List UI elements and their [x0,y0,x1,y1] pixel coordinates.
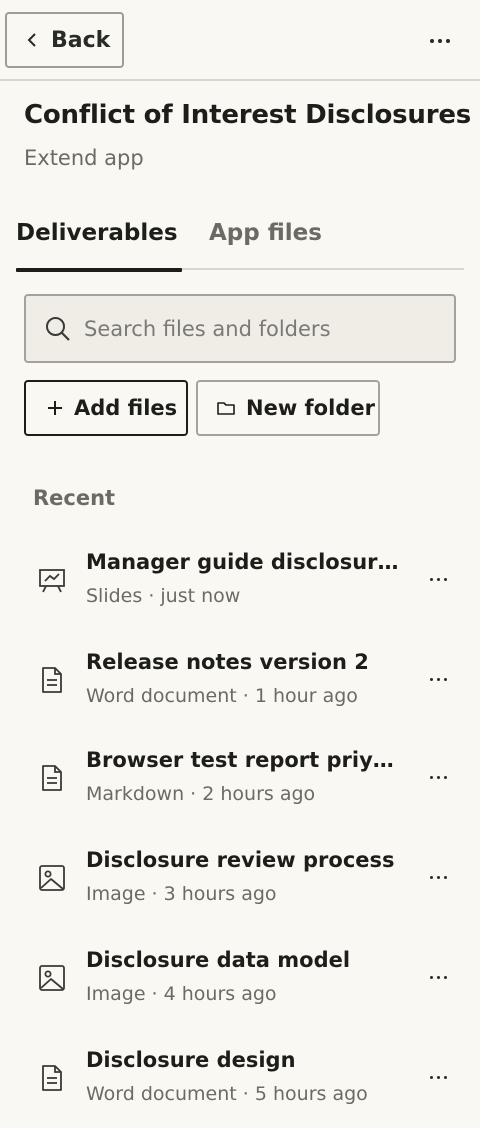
file-name: Disclosure data model [86,948,351,972]
document-icon [42,1065,62,1091]
search-input[interactable] [84,316,444,341]
file-meta: Word document · 1 hour ago [86,685,358,707]
tab-deliverables[interactable]: Deliverables [16,220,182,272]
more-options-icon[interactable] [424,964,452,990]
folder-icon [217,402,235,415]
more-options-icon[interactable] [424,566,452,592]
image-icon [39,865,65,891]
list-item[interactable]: Browser test report priya ... Markdown ·… [0,728,480,828]
tab-bar: Deliverables App files [16,208,464,272]
file-meta: Markdown · 2 hours ago [86,783,316,805]
list-item[interactable]: Disclosure design Word document · 5 hour… [0,1028,480,1128]
document-icon [42,667,62,693]
list-item[interactable]: Disclosure data model Image · 4 hours ag… [0,928,480,1028]
add-files-label: Add files [74,396,178,420]
list-item[interactable]: Release notes version 2 Word document · … [0,630,480,730]
list-item[interactable]: Disclosure review process Image · 3 hour… [0,828,480,928]
file-meta: Image · 4 hours ago [86,983,277,1005]
recent-heading: Recent [33,486,116,510]
more-options-icon[interactable] [424,864,452,890]
tab-app-files[interactable]: App files [209,220,322,270]
chevron-left-icon [27,33,36,47]
more-options-icon[interactable] [424,764,452,790]
file-name: Disclosure review process [86,848,395,872]
top-bar: Back [0,0,480,81]
document-icon [42,765,62,791]
more-options-icon[interactable] [422,26,458,56]
more-options-icon[interactable] [424,1064,452,1090]
slides-icon [39,569,65,593]
search-icon [46,316,70,341]
file-name: Browser test report priya ... [86,748,402,772]
back-label: Back [51,27,111,53]
file-meta: Image · 3 hours ago [86,883,277,905]
image-icon [39,965,65,991]
page-subtitle: Extend app [24,146,144,170]
add-files-button[interactable]: Add files [24,380,188,436]
file-meta: Word document · 5 hours ago [86,1083,368,1105]
new-folder-button[interactable]: New folder [196,380,380,436]
file-name: Disclosure design [86,1048,296,1072]
page-title: Conflict of Interest Disclosures [24,100,472,130]
search-box [24,294,456,363]
file-name: Manager guide disclosures [86,550,402,574]
file-meta: Slides · just now [86,585,241,607]
plus-icon [48,401,62,415]
file-name: Release notes version 2 [86,650,369,674]
new-folder-label: New folder [246,396,375,420]
back-button[interactable]: Back [5,12,124,68]
more-options-icon[interactable] [424,666,452,692]
list-item[interactable]: Manager guide disclosures Slides · just … [0,530,480,630]
